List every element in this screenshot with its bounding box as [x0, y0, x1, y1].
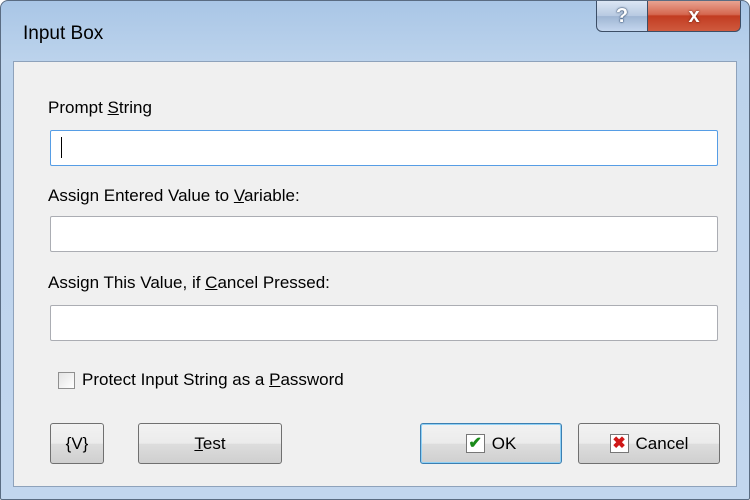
cancel-button[interactable]: ✖ Cancel — [578, 423, 720, 464]
password-option[interactable]: Protect Input String as a Password — [58, 370, 344, 390]
prompt-string-input[interactable] — [50, 130, 718, 166]
cancel-value-input[interactable] — [50, 305, 718, 341]
dialog-body: Prompt String Assign Entered Value to Va… — [13, 61, 737, 487]
cancel-button-label: Cancel — [635, 433, 689, 453]
close-icon: x — [688, 4, 700, 27]
input-box-dialog: Input Box ? x Prompt String Assign Enter… — [0, 0, 750, 500]
ok-button-label: OK — [491, 433, 517, 453]
help-button[interactable]: ? — [596, 1, 648, 32]
password-label: Protect Input String as a Password — [82, 370, 344, 389]
password-checkbox[interactable] — [58, 371, 75, 389]
ok-button[interactable]: ✔ OK — [420, 423, 562, 464]
assign-variable-label: Assign Entered Value to Variable: — [48, 186, 300, 205]
text-caret — [61, 137, 62, 158]
check-icon: ✔ — [465, 434, 485, 453]
help-icon: ? — [615, 4, 629, 27]
assign-variable-input[interactable] — [50, 216, 718, 252]
close-button[interactable]: x — [648, 1, 741, 32]
prompt-string-label: Prompt String — [48, 98, 152, 117]
test-button[interactable]: Test — [138, 423, 282, 464]
variable-button[interactable]: {V} — [50, 423, 104, 464]
x-icon: ✖ — [609, 434, 629, 453]
variable-button-label: {V} — [65, 433, 89, 453]
window-title: Input Box — [23, 23, 104, 44]
test-button-label: Test — [194, 433, 226, 453]
cancel-value-label: Assign This Value, if Cancel Pressed: — [48, 273, 330, 292]
caption-buttons: ? x — [596, 1, 741, 32]
